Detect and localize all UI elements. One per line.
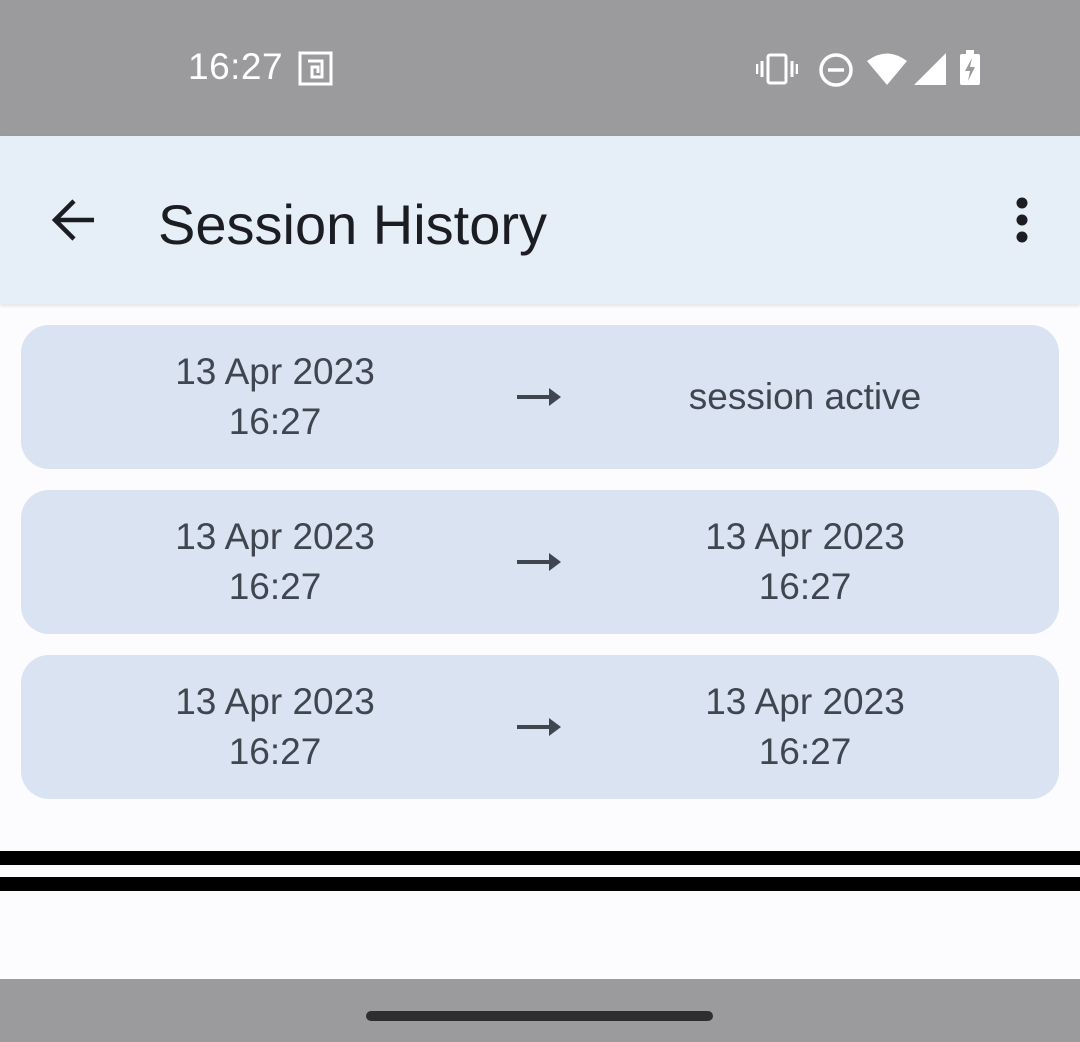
session-status: session active — [688, 376, 922, 417]
end-date: 13 Apr 2023 — [705, 516, 905, 557]
start-time: 16:27 — [228, 401, 322, 442]
arrow-right-icon — [517, 388, 561, 406]
divider-line — [0, 851, 1080, 865]
session-start: 13 Apr 2023 16:27 — [125, 325, 425, 469]
do-not-disturb-icon — [819, 53, 853, 87]
end-date: 13 Apr 2023 — [705, 681, 905, 722]
session-end: 13 Apr 2023 16:27 — [655, 490, 955, 634]
back-button[interactable] — [30, 176, 118, 264]
nfc-icon — [298, 51, 333, 86]
battery-charging-icon — [960, 50, 980, 85]
more-vert-icon — [1016, 197, 1028, 243]
app-bar: Session History — [0, 136, 1080, 304]
start-date: 13 Apr 2023 — [175, 681, 375, 722]
arrow-right-icon — [517, 553, 561, 571]
gesture-handle[interactable] — [366, 1011, 713, 1021]
session-list: 13 Apr 2023 16:27 session active 13 Apr … — [21, 325, 1059, 820]
arrow-right-icon — [517, 718, 561, 736]
more-options-button[interactable] — [990, 176, 1054, 264]
session-start: 13 Apr 2023 16:27 — [125, 655, 425, 799]
end-time: 16:27 — [758, 731, 852, 772]
start-time: 16:27 — [228, 566, 322, 607]
arrow-back-icon — [51, 199, 94, 241]
wifi-icon — [867, 53, 907, 85]
navigation-bar — [0, 979, 1080, 1042]
vibrate-icon — [756, 53, 798, 85]
session-start: 13 Apr 2023 16:27 — [125, 490, 425, 634]
start-date: 13 Apr 2023 — [175, 516, 375, 557]
session-end: 13 Apr 2023 16:27 — [655, 655, 955, 799]
divider-line — [0, 877, 1080, 891]
session-end: session active — [655, 325, 955, 469]
cell-signal-icon — [914, 53, 946, 85]
session-card[interactable]: 13 Apr 2023 16:27 13 Apr 2023 16:27 — [21, 490, 1059, 634]
start-time: 16:27 — [228, 731, 322, 772]
page-title: Session History — [158, 193, 548, 256]
session-card[interactable]: 13 Apr 2023 16:27 13 Apr 2023 16:27 — [21, 655, 1059, 799]
status-time: 16:27 — [188, 46, 284, 87]
session-card[interactable]: 13 Apr 2023 16:27 session active — [21, 325, 1059, 469]
end-time: 16:27 — [758, 566, 852, 607]
start-date: 13 Apr 2023 — [175, 351, 375, 392]
status-bar: 16:27 — [0, 0, 1080, 136]
